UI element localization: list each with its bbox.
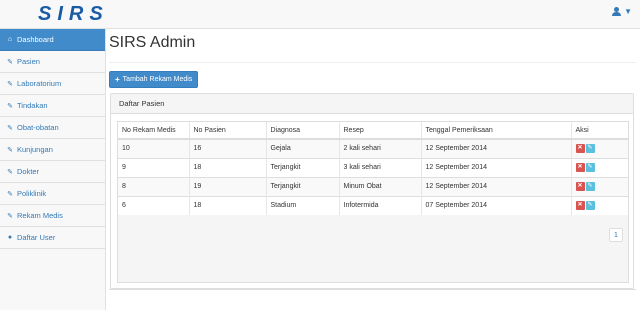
edit-icon[interactable]: ✎ (585, 201, 595, 211)
pencil-icon: ✎ (7, 80, 13, 88)
column-header: Aksi (571, 122, 628, 140)
chevron-down-icon: ▼ (624, 7, 632, 16)
sidebar-item-obat-obatan[interactable]: ✎ Obat-obatan (0, 117, 105, 139)
table-row: 6 18 Stadium Infotermida 07 September 20… (118, 195, 628, 215)
pencil-icon: ✎ (7, 190, 13, 198)
table-cell: 3 kali sehari (339, 157, 422, 177)
action-cell: ✕ ✎ (571, 157, 628, 177)
column-header[interactable]: No Rekam Medis (118, 122, 190, 140)
table-header-row: No Rekam Medis No Pasien Diagnosa Resep … (118, 122, 628, 140)
sidebar: ⌂ Dashboard ✎ Pasien ✎ Laboratorium ✎ Ti… (0, 29, 106, 310)
panel-heading: Daftar Pasien (111, 94, 633, 114)
sidebar-item-label: Tindakan (17, 101, 48, 110)
page-title: SIRS Admin (109, 34, 196, 51)
table-cell: 8 (118, 176, 190, 196)
add-button-label: Tambah Rekam Medis (122, 76, 193, 83)
panel-body: No Rekam Medis No Pasien Diagnosa Resep … (117, 121, 629, 283)
column-header[interactable]: No Pasien (189, 122, 267, 140)
sidebar-item-poliklinik[interactable]: ✎ Poliklinik (0, 183, 105, 205)
action-cell: ✕ ✎ (571, 176, 628, 196)
column-header[interactable]: Resep (339, 122, 422, 140)
pencil-icon: ✎ (7, 58, 13, 66)
sidebar-item-label: Poliklinik (17, 189, 47, 198)
sidebar-item-laboratorium[interactable]: ✎ Laboratorium (0, 73, 105, 95)
edit-icon[interactable]: ✎ (585, 144, 595, 154)
table-cell: Stadium (266, 195, 340, 215)
user-icon: ● (7, 234, 13, 241)
sidebar-item-pasien[interactable]: ✎ Pasien (0, 51, 105, 73)
pencil-icon: ✎ (7, 124, 13, 132)
sidebar-item-label: Rekam Medis (17, 211, 63, 220)
sidebar-item-label: Obat-obatan (17, 123, 59, 132)
table-row: 9 18 Terjangkit 3 kali sehari 12 Septemb… (118, 157, 628, 177)
table-cell: 12 September 2014 (421, 157, 572, 177)
edit-icon[interactable]: ✎ (585, 163, 595, 172)
brand-logo[interactable]: SIRS (38, 3, 109, 25)
delete-icon[interactable]: ✕ (575, 163, 585, 172)
patient-list-panel: Daftar Pasien No Rekam Medis No Pasien D… (110, 93, 634, 289)
table-cell: Minum Obat (339, 176, 422, 196)
table-cell: 16 (189, 138, 267, 158)
sidebar-item-dokter[interactable]: ✎ Dokter (0, 161, 105, 183)
action-cell: ✕ ✎ (571, 138, 628, 158)
edit-icon[interactable]: ✎ (585, 182, 595, 191)
table-cell: 18 (189, 195, 267, 215)
table-cell: 9 (118, 157, 190, 177)
footer-divider (109, 289, 636, 290)
table-row: 8 19 Terjangkit Minum Obat 12 September … (118, 176, 628, 196)
add-medical-record-button[interactable]: + Tambah Rekam Medis (109, 71, 199, 88)
column-header[interactable]: Diagnosa (266, 122, 340, 140)
sidebar-item-tindakan[interactable]: ✎ Tindakan (0, 95, 105, 117)
table-cell: 07 September 2014 (421, 195, 572, 215)
sidebar-item-kunjungan[interactable]: ✎ Kunjungan (0, 139, 105, 161)
table-cell: 2 kali sehari (339, 138, 422, 158)
table-cell: 6 (118, 195, 190, 215)
delete-icon[interactable]: ✕ (575, 144, 585, 154)
table-cell: Terjangkit (266, 157, 340, 177)
sidebar-item-label: Daftar User (17, 233, 56, 242)
sidebar-item-daftar-user[interactable]: ● Daftar User (0, 227, 105, 249)
plus-icon: + (115, 75, 120, 84)
action-cell: ✕ ✎ (571, 195, 628, 215)
pencil-icon: ✎ (7, 168, 13, 176)
sidebar-item-label: Dokter (17, 167, 40, 176)
table-row: 10 16 Gejala 2 kali sehari 12 September … (118, 138, 628, 158)
column-header[interactable]: Tenggal Pemeriksaan (421, 122, 572, 140)
table-cell: 12 September 2014 (421, 138, 572, 158)
patient-table: No Rekam Medis No Pasien Diagnosa Resep … (118, 122, 628, 215)
pencil-icon: ✎ (7, 102, 13, 110)
user-menu[interactable]: ▼ (612, 7, 632, 16)
table-cell: Gejala (266, 138, 340, 158)
pagination-page-1[interactable]: 1 (609, 228, 623, 242)
table-cell: 12 September 2014 (421, 176, 572, 196)
sidebar-item-label: Kunjungan (17, 145, 53, 154)
sidebar-item-label: Dashboard (17, 35, 54, 44)
sidebar-item-label: Pasien (17, 57, 40, 66)
sidebar-item-dashboard[interactable]: ⌂ Dashboard (0, 29, 105, 51)
top-navbar: SIRS ▼ (0, 0, 640, 29)
home-icon: ⌂ (7, 36, 13, 43)
pencil-icon: ✎ (7, 212, 13, 220)
table-cell: Infotermida (339, 195, 422, 215)
sidebar-item-rekam-medis[interactable]: ✎ Rekam Medis (0, 205, 105, 227)
main-content: SIRS Admin + Tambah Rekam Medis Daftar P… (106, 29, 640, 310)
table-cell: Terjangkit (266, 176, 340, 196)
delete-icon[interactable]: ✕ (575, 201, 585, 211)
delete-icon[interactable]: ✕ (575, 182, 585, 191)
pencil-icon: ✎ (7, 146, 13, 154)
table-cell: 19 (189, 176, 267, 196)
sidebar-item-label: Laboratorium (17, 79, 62, 88)
table-cell: 18 (189, 157, 267, 177)
user-icon (612, 7, 622, 16)
title-divider (109, 62, 636, 63)
table-cell: 10 (118, 138, 190, 158)
